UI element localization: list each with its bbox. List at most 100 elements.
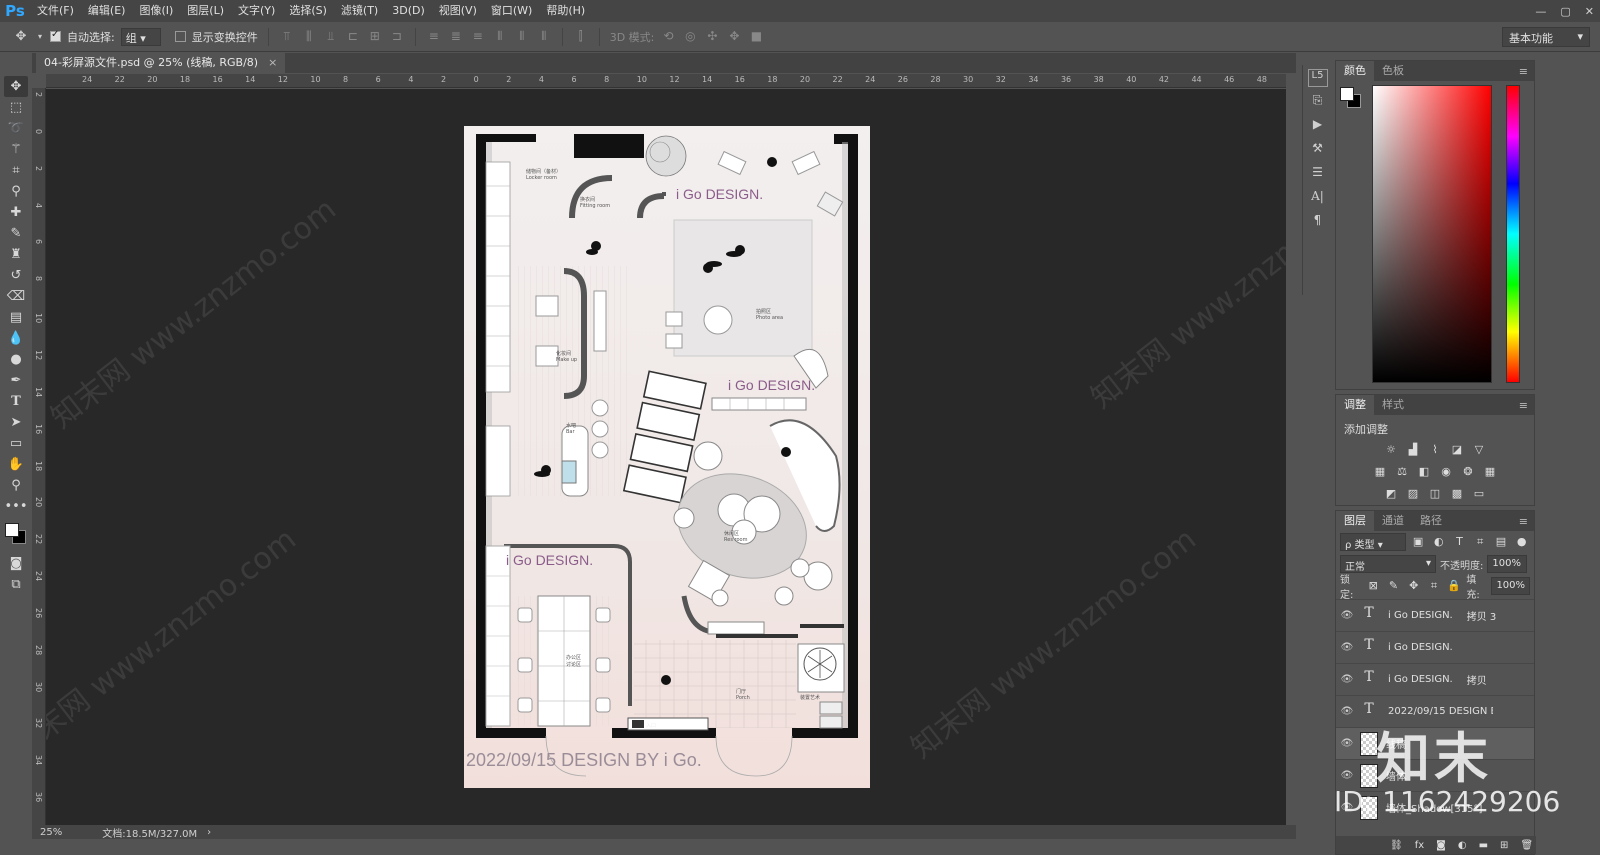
3d-scale-icon[interactable]: ■ [748, 29, 764, 45]
close-tab-icon[interactable]: × [268, 53, 277, 73]
properties-icon[interactable]: ☰ [1308, 165, 1328, 183]
marquee-tool-icon[interactable]: ⬚ [4, 97, 28, 118]
tab-adjustments[interactable]: 调整 [1336, 395, 1374, 415]
blur-icon[interactable]: 💧 [4, 328, 28, 349]
auto-align-icon[interactable]: ⫿ [573, 29, 589, 45]
tab-layers[interactable]: 图层 [1336, 511, 1374, 531]
visibility-eye-icon[interactable]: 👁 [1336, 674, 1358, 685]
menu-layer[interactable]: 图层(L) [180, 0, 231, 22]
filter-type-icon[interactable]: T [1451, 533, 1468, 551]
distribute-right-icon[interactable]: ⦀ [536, 29, 552, 45]
gradient-icon[interactable]: ▤ [4, 307, 28, 328]
add-mask-icon[interactable]: ◙ [1436, 840, 1446, 851]
layer-row[interactable]: 👁 T i Go DESIGN. 拷贝 [1336, 663, 1534, 695]
distribute-left-icon[interactable]: ⦀ [492, 29, 508, 45]
zoom-level[interactable]: 25% [40, 827, 62, 838]
layer-row[interactable]: 👁 T i Go DESIGN. 拷贝 3 [1336, 599, 1534, 631]
photo-filter-icon[interactable]: ◉ [1437, 463, 1455, 481]
magic-wand-icon[interactable]: ⚚ [4, 139, 28, 160]
threshold-icon[interactable]: ◫ [1426, 485, 1444, 503]
move-tool-icon[interactable]: ✥ [4, 76, 28, 97]
3d-slide-icon[interactable]: ✥ [726, 29, 742, 45]
menu-image[interactable]: 图像(I) [132, 0, 180, 22]
vibrance-icon[interactable]: ▽ [1470, 441, 1488, 459]
align-bottom-icon[interactable]: ⫫ [323, 29, 339, 45]
crop-tool-icon[interactable]: ⌗ [4, 160, 28, 181]
lock-transparency-icon[interactable]: ⊠ [1365, 577, 1381, 595]
visibility-eye-icon[interactable]: 👁 [1336, 706, 1358, 717]
visibility-eye-icon[interactable]: 👁 [1336, 738, 1358, 749]
eyedropper-icon[interactable]: ⚲ [4, 181, 28, 202]
tab-channels[interactable]: 通道 [1374, 511, 1412, 531]
layer-kind-filter[interactable]: ρ 类型 ▾ [1340, 533, 1406, 551]
filter-adjust-icon[interactable]: ◐ [1430, 533, 1447, 551]
align-right-icon[interactable]: ⊐ [389, 29, 405, 45]
menu-edit[interactable]: 编辑(E) [81, 0, 133, 22]
3d-roll-icon[interactable]: ◎ [682, 29, 698, 45]
lock-position-icon[interactable]: ✥ [1406, 577, 1422, 595]
layer-row[interactable]: 👁 T i Go DESIGN. [1336, 631, 1534, 663]
align-left-icon[interactable]: ⊏ [345, 29, 361, 45]
menu-file[interactable]: 文件(F) [30, 0, 81, 22]
paragraph-icon[interactable]: ¶ [1308, 213, 1328, 231]
workspace-dropdown[interactable]: 基本功能 ▾ [1502, 27, 1590, 47]
fill-input[interactable]: 100% [1491, 577, 1531, 595]
status-menu-arrow[interactable]: › [207, 827, 211, 838]
color-balance-icon[interactable]: ⚖ [1393, 463, 1411, 481]
auto-select-checkbox[interactable] [50, 29, 61, 42]
gradient-map-icon[interactable]: ▭ [1470, 485, 1488, 503]
brush-tool-icon[interactable]: ✎ [4, 223, 28, 244]
distribute-vcenter-icon[interactable]: ≣ [448, 29, 464, 45]
menu-help[interactable]: 帮助(H) [539, 0, 592, 22]
menu-filter[interactable]: 滤镜(T) [334, 0, 385, 22]
filter-shape-icon[interactable]: ⌗ [1472, 533, 1489, 551]
new-adjustment-icon[interactable]: ◐ [1458, 840, 1467, 851]
lock-pixels-icon[interactable]: ✎ [1385, 577, 1401, 595]
visibility-eye-icon[interactable]: 👁 [1336, 642, 1358, 653]
posterize-icon[interactable]: ▨ [1404, 485, 1422, 503]
align-hcenter-icon[interactable]: ⊞ [367, 29, 383, 45]
filter-pixel-icon[interactable]: ▣ [1410, 533, 1427, 551]
new-group-icon[interactable]: ▬ [1479, 840, 1488, 851]
lasso-tool-icon[interactable]: ➰ [4, 118, 28, 139]
tab-swatches[interactable]: 色板 [1374, 61, 1412, 81]
3d-rotate-icon[interactable]: ⟲ [660, 29, 676, 45]
menu-3d[interactable]: 3D(D) [385, 0, 432, 22]
footer-text[interactable]: 2022/09/15 DESIGN BY i Go. [466, 750, 702, 771]
visibility-eye-icon[interactable]: 👁 [1336, 610, 1358, 621]
lock-all-icon[interactable]: 🔒 [1446, 577, 1462, 595]
history-icon[interactable]: ⎘ [1308, 93, 1328, 111]
channel-mixer-icon[interactable]: ❂ [1459, 463, 1477, 481]
brand-text-2[interactable]: i Go DESIGN. [728, 377, 815, 393]
menu-type[interactable]: 文字(Y) [231, 0, 282, 22]
document-tab[interactable]: 04-彩屏源文件.psd @ 25% (线稿, RGB/8) × [36, 53, 286, 73]
hand-tool-icon[interactable]: ✋ [4, 454, 28, 475]
visibility-eye-icon[interactable]: 👁 [1336, 770, 1358, 781]
filter-toggle-icon[interactable]: ● [1513, 533, 1530, 551]
close-icon[interactable]: ✕ [1585, 5, 1594, 18]
curves-icon[interactable]: ⌇ [1426, 441, 1444, 459]
menu-window[interactable]: 窗口(W) [484, 0, 539, 22]
delete-layer-icon[interactable]: 🗑 [1520, 840, 1533, 851]
tab-styles[interactable]: 样式 [1374, 395, 1412, 415]
black-white-icon[interactable]: ◧ [1415, 463, 1433, 481]
new-layer-icon[interactable]: ⊞ [1500, 840, 1508, 851]
shape-tool-icon[interactable]: ▭ [4, 433, 28, 454]
canvas-area[interactable]: 知末网 www.znzmo.com 知末网 www.znzmo.com 知末网 … [46, 89, 1286, 825]
show-transform-checkbox[interactable] [174, 31, 186, 42]
levels-icon[interactable]: ▟ [1404, 441, 1422, 459]
chevron-down-icon[interactable]: ▾ [36, 28, 44, 46]
brush-preset-icon[interactable]: ⚒ [1308, 141, 1328, 159]
brightness-icon[interactable]: ☼ [1382, 441, 1400, 459]
panel-menu-icon[interactable]: ≡ [1519, 65, 1534, 78]
character-icon[interactable]: A| [1308, 189, 1328, 207]
exposure-icon[interactable]: ◪ [1448, 441, 1466, 459]
history-brush-icon[interactable]: ↺ [4, 265, 28, 286]
move-tool-icon[interactable]: ✥ [12, 28, 30, 46]
stamp-tool-icon[interactable]: ♜ [4, 244, 28, 265]
eraser-icon[interactable]: ⌫ [4, 286, 28, 307]
invert-icon[interactable]: ◩ [1382, 485, 1400, 503]
zoom-tool-icon[interactable]: ⚲ [4, 475, 28, 496]
selective-color-icon[interactable]: ▩ [1448, 485, 1466, 503]
foreground-color[interactable] [5, 523, 19, 537]
